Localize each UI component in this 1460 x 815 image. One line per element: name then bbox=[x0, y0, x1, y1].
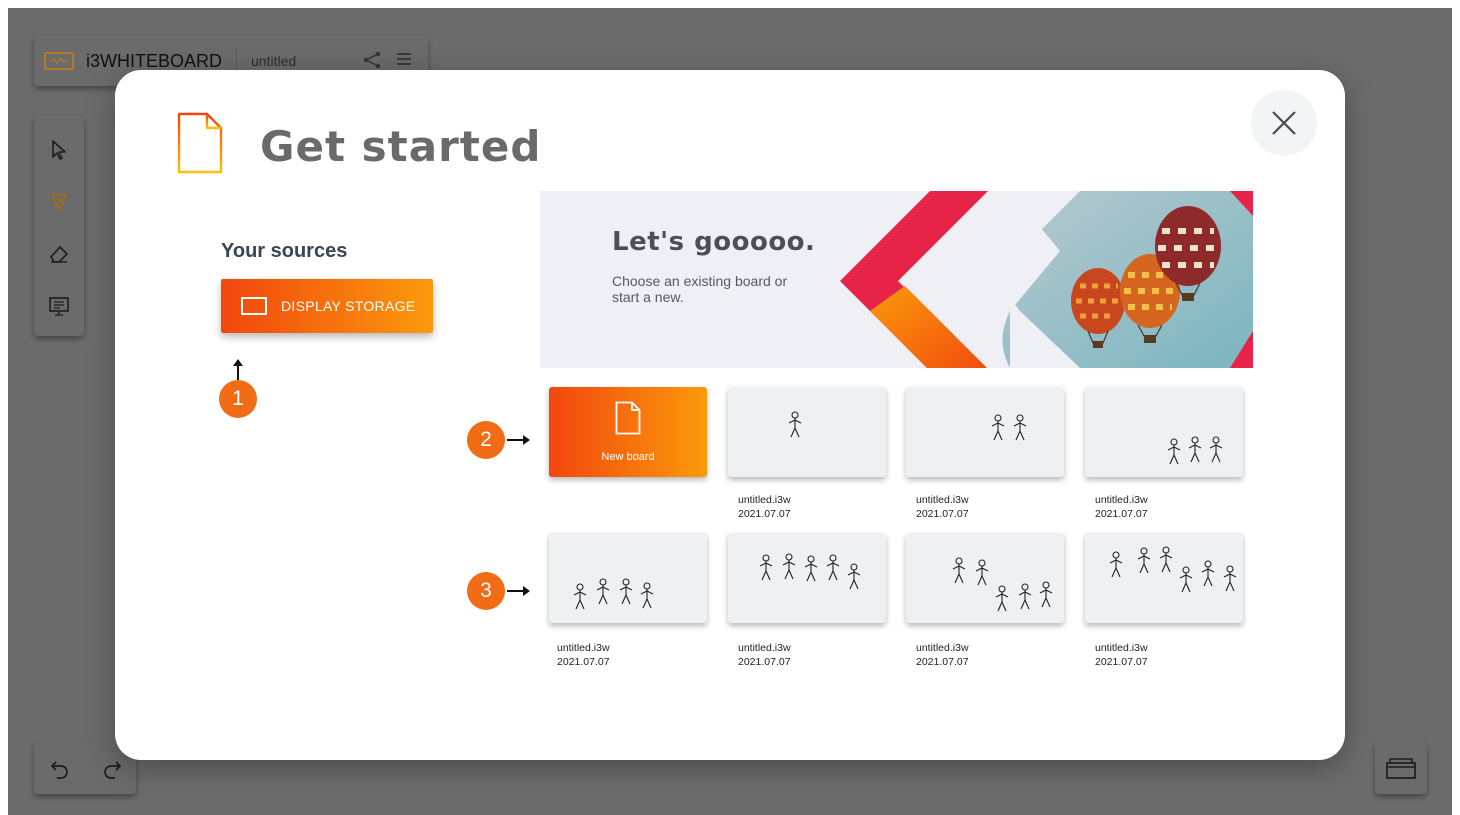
board-preview bbox=[952, 557, 1053, 612]
board-date: 2021.07.07 bbox=[1095, 656, 1148, 668]
board-filename: untitled.i3w bbox=[1095, 642, 1148, 654]
board-date: 2021.07.07 bbox=[916, 508, 969, 520]
callout-badge-1: 1 bbox=[219, 380, 257, 418]
board-preview bbox=[1167, 436, 1223, 465]
board-date: 2021.07.07 bbox=[557, 656, 610, 668]
board-thumbnail[interactable] bbox=[1085, 533, 1243, 623]
stick-figure bbox=[1109, 551, 1123, 578]
display-icon bbox=[241, 297, 267, 315]
stick-figure bbox=[975, 559, 989, 586]
board-thumbnail[interactable] bbox=[728, 533, 886, 623]
undo-icon[interactable] bbox=[48, 756, 72, 780]
board-filename: untitled.i3w bbox=[916, 642, 969, 654]
new-board-label: New board bbox=[601, 451, 655, 463]
stick-figure bbox=[1137, 547, 1151, 574]
stick-figure bbox=[573, 583, 587, 610]
display-storage-button[interactable]: DISPLAY STORAGE bbox=[221, 279, 433, 333]
stick-figure bbox=[619, 578, 633, 605]
board-preview bbox=[1109, 546, 1237, 593]
board-thumbnail[interactable] bbox=[728, 387, 886, 477]
board-filename: untitled.i3w bbox=[557, 642, 610, 654]
document-icon bbox=[177, 112, 223, 179]
board-meta: untitled.i3w 2021.07.07 bbox=[916, 641, 969, 669]
eraser-icon[interactable] bbox=[47, 242, 71, 266]
callout-badge-2: 2 bbox=[467, 421, 505, 459]
stick-figure bbox=[1013, 414, 1027, 441]
tool-panel bbox=[34, 116, 84, 336]
new-document-icon bbox=[615, 401, 641, 440]
board-thumbnail[interactable] bbox=[906, 387, 1064, 477]
present-icon[interactable] bbox=[47, 294, 71, 318]
get-started-dialog: Get started Your sources DISPLAY STORAGE… bbox=[115, 70, 1345, 760]
stick-figure bbox=[1039, 581, 1053, 608]
stick-figure bbox=[788, 411, 802, 438]
board-thumbnail[interactable] bbox=[906, 533, 1064, 623]
board-meta: untitled.i3w 2021.07.07 bbox=[738, 493, 791, 521]
app-backdrop: i3WHITEBOARD untitled Get started Your s… bbox=[8, 8, 1452, 815]
stick-figure bbox=[847, 563, 861, 590]
board-preview bbox=[573, 578, 654, 610]
menu-icon[interactable] bbox=[396, 52, 412, 71]
stick-figure bbox=[1223, 565, 1237, 592]
callout-badge-3: 3 bbox=[467, 572, 505, 610]
boards-folder-button[interactable] bbox=[1375, 742, 1427, 794]
stick-figure bbox=[952, 557, 966, 584]
board-filename: untitled.i3w bbox=[738, 642, 791, 654]
stick-figure bbox=[782, 553, 796, 580]
board-preview bbox=[759, 553, 861, 590]
callout-arrow bbox=[507, 435, 530, 445]
stick-figure bbox=[759, 554, 773, 581]
new-board-card[interactable]: New board bbox=[549, 387, 707, 477]
stick-figure bbox=[1188, 436, 1202, 463]
stick-figure bbox=[1159, 546, 1173, 573]
callout-arrow bbox=[233, 359, 243, 380]
stick-figure bbox=[1179, 566, 1193, 593]
document-name[interactable]: untitled bbox=[251, 53, 296, 69]
board-thumbnail[interactable] bbox=[1085, 387, 1243, 477]
board-meta: untitled.i3w 2021.07.07 bbox=[557, 641, 610, 669]
board-preview bbox=[991, 414, 1027, 441]
stick-figure bbox=[640, 582, 654, 609]
stick-figure bbox=[1018, 583, 1032, 610]
stick-figure bbox=[826, 554, 840, 581]
board-meta: untitled.i3w 2021.07.07 bbox=[916, 493, 969, 521]
welcome-banner: Let's gooooo. Choose an existing board o… bbox=[540, 191, 1253, 368]
board-filename: untitled.i3w bbox=[1095, 494, 1148, 506]
board-date: 2021.07.07 bbox=[738, 508, 791, 520]
sources-heading: Your sources bbox=[221, 240, 348, 262]
folder-icon bbox=[1386, 758, 1416, 779]
banner-subtitle: Choose an existing board or start a new. bbox=[612, 273, 788, 305]
close-button[interactable] bbox=[1251, 90, 1317, 156]
board-thumbnail[interactable] bbox=[549, 533, 707, 623]
stick-figure bbox=[1201, 560, 1215, 587]
stick-figure bbox=[1167, 438, 1181, 465]
board-date: 2021.07.07 bbox=[738, 656, 791, 668]
redo-icon[interactable] bbox=[100, 756, 124, 780]
stick-figure bbox=[991, 414, 1005, 441]
board-filename: untitled.i3w bbox=[738, 494, 791, 506]
dialog-title: Get started bbox=[260, 122, 542, 171]
board-date: 2021.07.07 bbox=[1095, 508, 1148, 520]
close-icon bbox=[1272, 111, 1296, 135]
stick-figure bbox=[596, 578, 610, 605]
whiteboard-logo-icon bbox=[44, 52, 74, 70]
brand-name: i3WHITEBOARD bbox=[86, 50, 223, 71]
pen-icon[interactable] bbox=[47, 190, 71, 214]
banner-title: Let's gooooo. bbox=[612, 227, 816, 257]
board-filename: untitled.i3w bbox=[916, 494, 969, 506]
board-meta: untitled.i3w 2021.07.07 bbox=[1095, 493, 1148, 521]
board-meta: untitled.i3w 2021.07.07 bbox=[1095, 641, 1148, 669]
select-icon[interactable] bbox=[47, 138, 71, 162]
callout-arrow bbox=[507, 586, 530, 596]
stick-figure bbox=[1209, 436, 1223, 463]
board-meta: untitled.i3w 2021.07.07 bbox=[738, 641, 791, 669]
stick-figure bbox=[995, 585, 1009, 612]
board-preview bbox=[788, 411, 802, 438]
display-storage-label: DISPLAY STORAGE bbox=[281, 298, 416, 314]
board-date: 2021.07.07 bbox=[916, 656, 969, 668]
stick-figure bbox=[804, 555, 818, 582]
